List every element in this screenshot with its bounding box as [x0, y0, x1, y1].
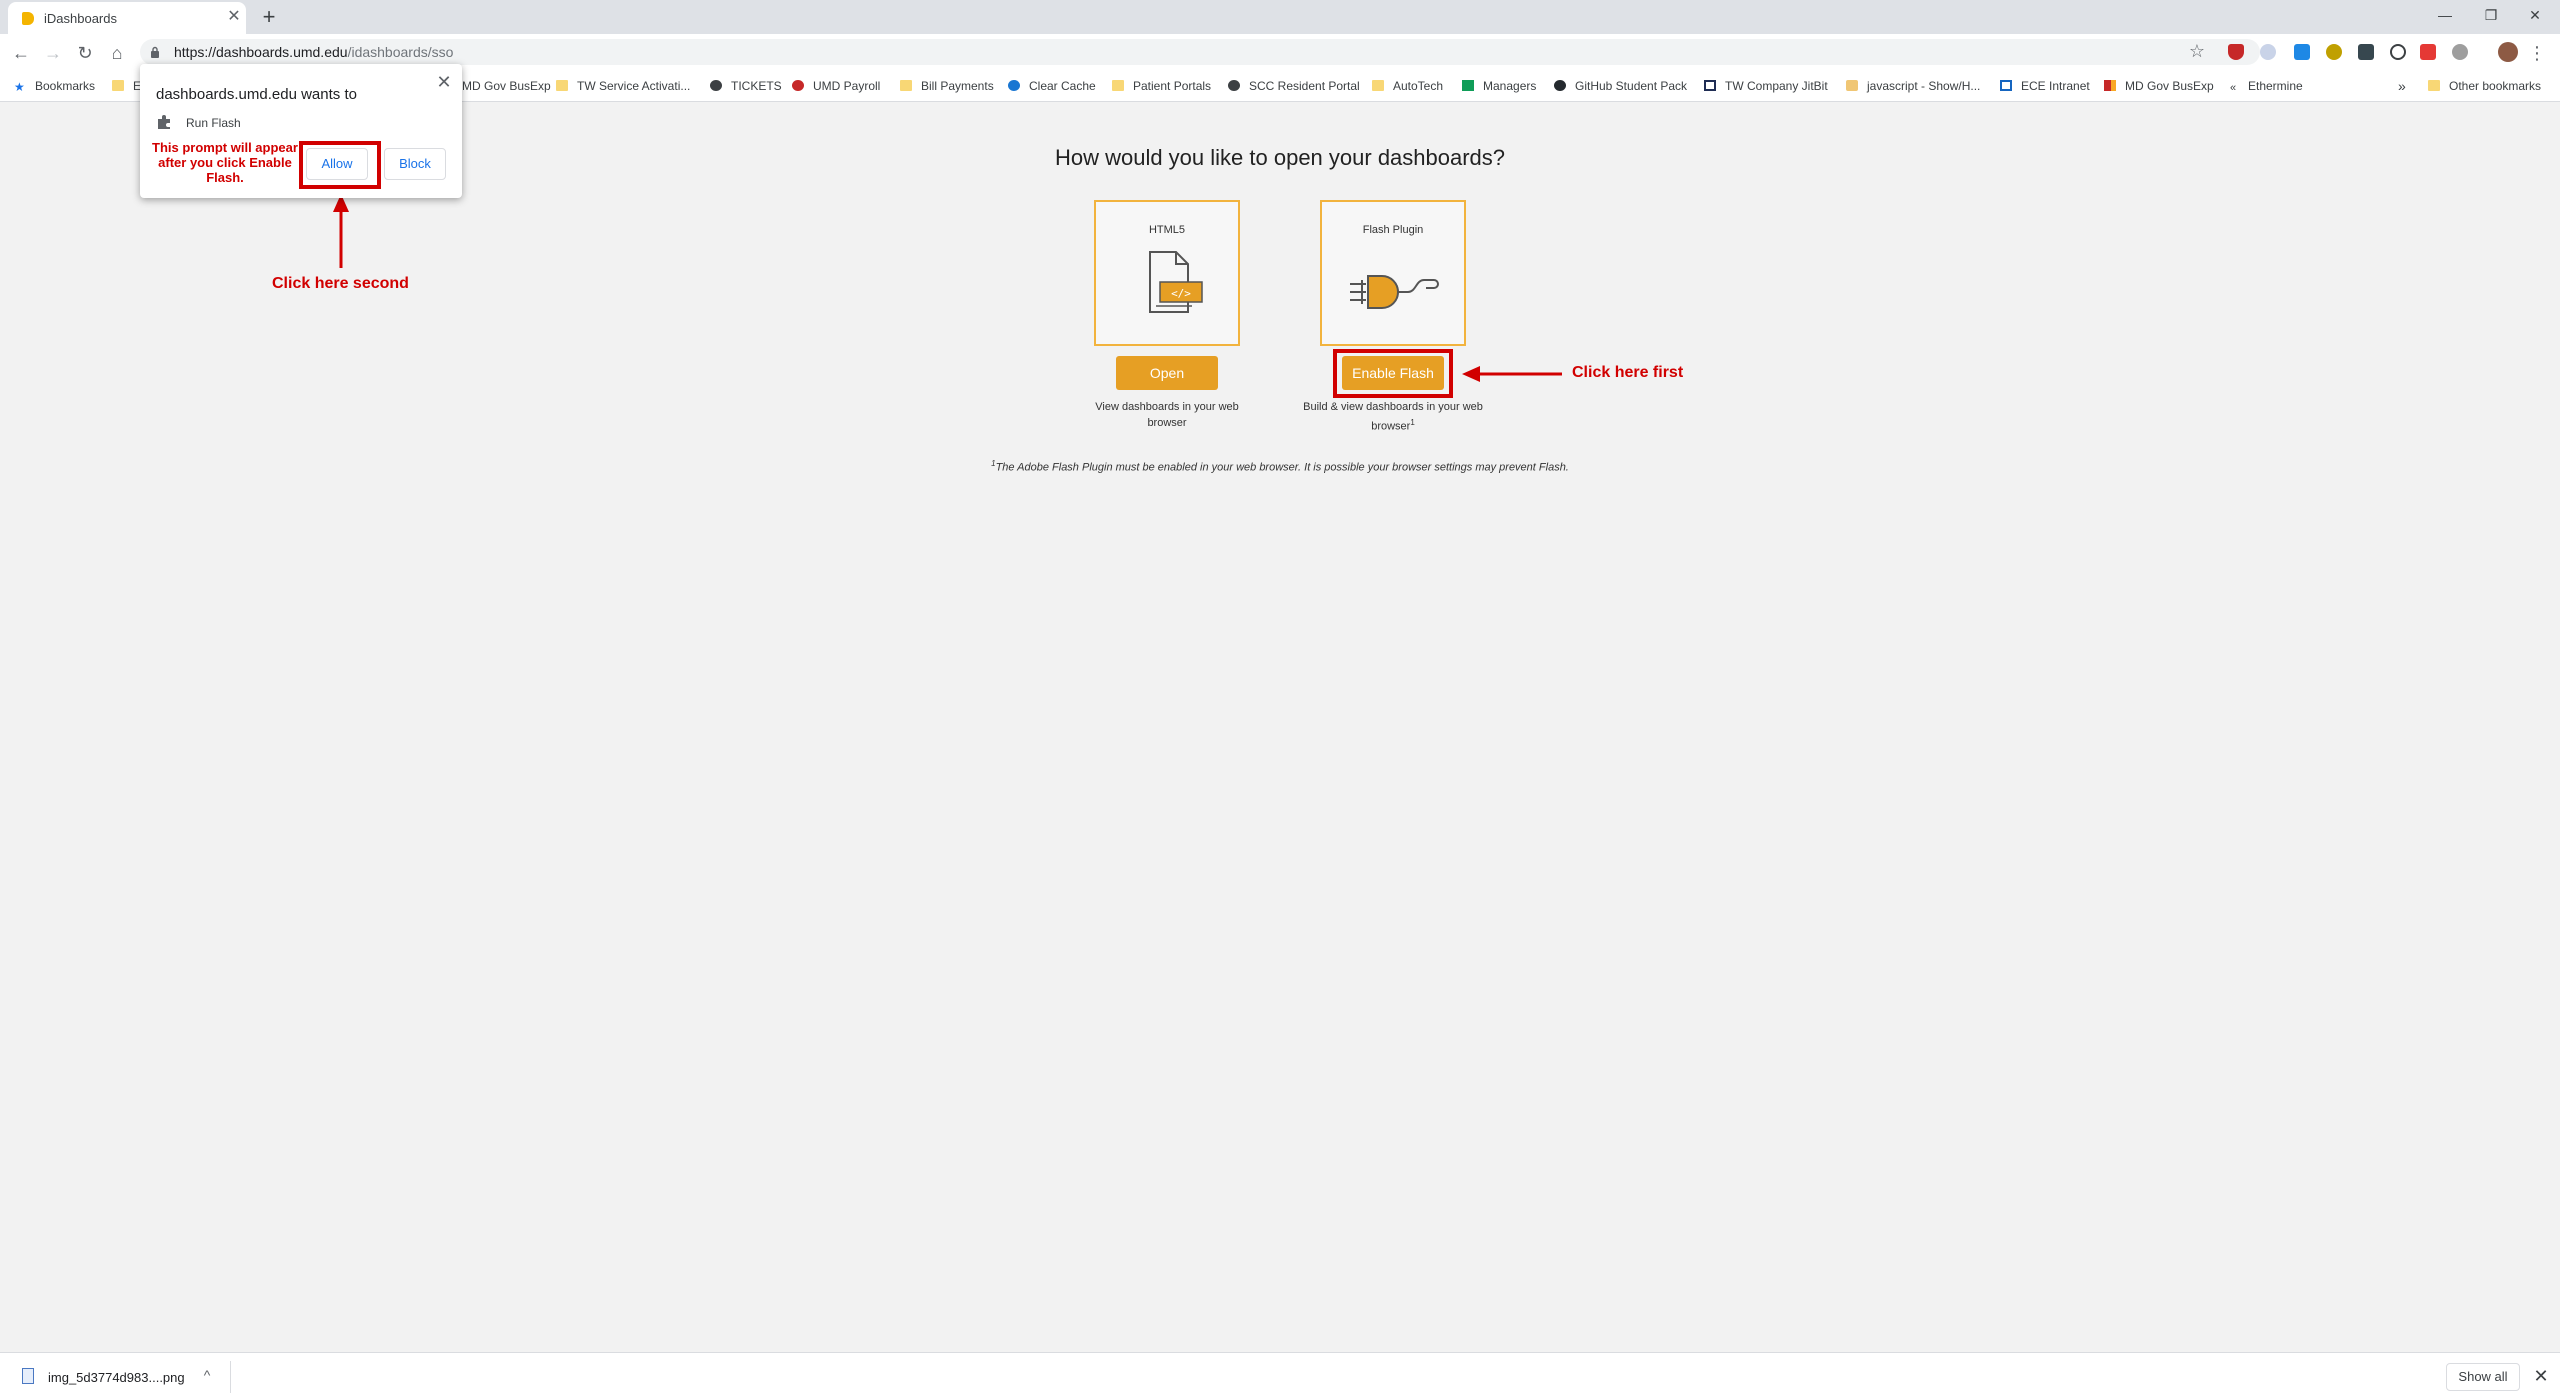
info-extension-icon[interactable]: [2390, 44, 2406, 60]
maryland-flag-icon: [2104, 80, 2116, 91]
reload-button[interactable]: ↻: [72, 40, 98, 66]
bookmark-item[interactable]: ★ Bookmarks: [14, 77, 95, 95]
folder-icon: [1372, 80, 1384, 91]
bookmark-item[interactable]: Managers: [1462, 77, 1536, 95]
image-file-icon: [22, 1368, 34, 1384]
shelf-close-icon[interactable]: ✕: [2530, 1365, 2552, 1387]
annotation-arrows: [333, 194, 1562, 382]
bookmark-item[interactable]: MD Gov BusExp: [2104, 77, 2214, 95]
bookmark-item[interactable]: GitHub Student Pack: [1554, 77, 1687, 95]
bookmark-item[interactable]: «Ethermine: [2230, 77, 2303, 95]
pen-extension-icon[interactable]: [2294, 44, 2310, 60]
ethermine-icon: «: [2230, 82, 2237, 94]
flash-card[interactable]: Flash Plugin: [1320, 200, 1466, 346]
permission-label: Run Flash: [186, 116, 241, 130]
shelf-divider: [230, 1361, 231, 1393]
allow-highlight: [299, 141, 381, 189]
intranet-icon: [2000, 80, 2012, 91]
flash-card-title: Flash Plugin: [1362, 224, 1424, 236]
popup-title: dashboards.umd.edu wants to: [156, 86, 357, 103]
url-path: /idashboards/sso: [347, 44, 454, 60]
lock-icon: [151, 46, 159, 58]
download-filename[interactable]: img_5d3774d983....png: [48, 1370, 185, 1385]
idashboards-favicon-icon: [22, 12, 34, 25]
back-button[interactable]: ←: [8, 40, 34, 66]
open-html5-button[interactable]: Open: [1116, 356, 1218, 390]
minimize-button[interactable]: —: [2432, 4, 2458, 26]
folder-icon: [2428, 80, 2440, 91]
coin-extension-icon[interactable]: [2326, 44, 2342, 60]
bookmark-item[interactable]: javascript - Show/H...: [1846, 77, 1980, 95]
tab-idashboards[interactable]: iDashboards ✕: [8, 2, 246, 34]
github-icon: [1554, 80, 1566, 91]
folder-icon: [112, 80, 124, 91]
profile-avatar[interactable]: [2498, 42, 2518, 62]
bookmark-item[interactable]: AutoTech: [1372, 77, 1443, 95]
flash-footnote: 1The Adobe Flash Plugin must be enabled …: [991, 459, 1569, 474]
person-extension-icon[interactable]: [2260, 44, 2276, 60]
folder-icon: [556, 80, 568, 91]
block-button[interactable]: Block: [384, 148, 446, 180]
sheets-icon: [1462, 80, 1474, 91]
globe-icon: [710, 80, 722, 91]
chrome-menu-icon[interactable]: ⋮: [2524, 40, 2550, 66]
plug-icon: [1350, 275, 1439, 309]
html5-card[interactable]: HTML5 </>: [1094, 200, 1240, 346]
red-square-extension-icon[interactable]: [2420, 44, 2436, 60]
enable-flash-highlight: [1333, 349, 1453, 398]
html5-card-title: HTML5: [1148, 224, 1186, 236]
cast-extension-icon[interactable]: [2358, 44, 2374, 60]
bookmark-item[interactable]: Bill Payments: [900, 77, 994, 95]
grey-extension-icon[interactable]: [2452, 44, 2468, 60]
url-text: https://dashboards.umd.edu/idashboards/s…: [174, 44, 453, 60]
show-all-button[interactable]: Show all: [2446, 1363, 2520, 1391]
bookmark-star-icon[interactable]: ☆: [2185, 39, 2209, 63]
chevron-up-icon[interactable]: ^: [198, 1365, 216, 1385]
bookmark-item[interactable]: SCC Resident Portal: [1228, 77, 1360, 95]
gear-icon: [1008, 80, 1020, 91]
bookmark-item[interactable]: UMD Payroll: [792, 77, 880, 95]
bookmark-item[interactable]: ECE Intranet: [2000, 77, 2090, 95]
bookmark-item[interactable]: Patient Portals: [1112, 77, 1211, 95]
tab-title: iDashboards: [44, 11, 117, 26]
html5-description: View dashboards in your web browser: [1095, 401, 1239, 429]
bookmarks-overflow-button[interactable]: »: [2398, 77, 2406, 95]
bookmark-item[interactable]: E: [112, 77, 141, 95]
tab-close-icon[interactable]: ✕: [224, 7, 244, 27]
restore-button[interactable]: ❐: [2478, 4, 2504, 26]
jitbit-icon: [1704, 80, 1716, 91]
home-button[interactable]: ⌂: [104, 40, 130, 66]
bookmark-item[interactable]: TW Company JitBit: [1704, 77, 1828, 95]
shield-extension-icon[interactable]: [2228, 44, 2244, 60]
popup-close-icon[interactable]: ✕: [434, 72, 454, 92]
globe-icon: [1228, 80, 1240, 91]
folder-icon: [1112, 80, 1124, 91]
click-here-second-label: Click here second: [272, 275, 409, 292]
svg-text:</>: </>: [1171, 287, 1191, 300]
bookmark-item[interactable]: Clear Cache: [1008, 77, 1096, 95]
umd-logo-icon: [792, 80, 804, 91]
folder-icon: [900, 80, 912, 91]
download-shelf: img_5d3774d983....png ^ Show all ✕: [0, 1352, 2560, 1400]
popup-annotation-note: This prompt will appear after you click …: [152, 140, 298, 185]
html-file-icon: </>: [1149, 251, 1203, 313]
click-here-first-label: Click here first: [1572, 364, 1684, 381]
address-bar[interactable]: https://dashboards.umd.edu/idashboards/s…: [140, 39, 2260, 65]
url-host: https://dashboards.umd.edu: [174, 44, 348, 60]
other-bookmarks[interactable]: Other bookmarks: [2428, 77, 2541, 95]
forward-button[interactable]: →: [40, 40, 66, 66]
puzzle-icon: [158, 115, 170, 129]
bookmark-item[interactable]: TW Service Activati...: [556, 77, 690, 95]
star-icon: ★: [14, 80, 25, 94]
script-icon: [1846, 80, 1858, 91]
bookmark-item[interactable]: TICKETS: [710, 77, 782, 95]
bookmark-item[interactable]: MD Gov BusExp: [462, 77, 551, 95]
window-close-button[interactable]: ✕: [2522, 4, 2548, 26]
tab-strip: iDashboards ✕ + — ❐ ✕: [0, 0, 2560, 34]
flash-description: Build & view dashboards in your web brow…: [1303, 401, 1483, 433]
new-tab-button[interactable]: +: [256, 4, 282, 30]
